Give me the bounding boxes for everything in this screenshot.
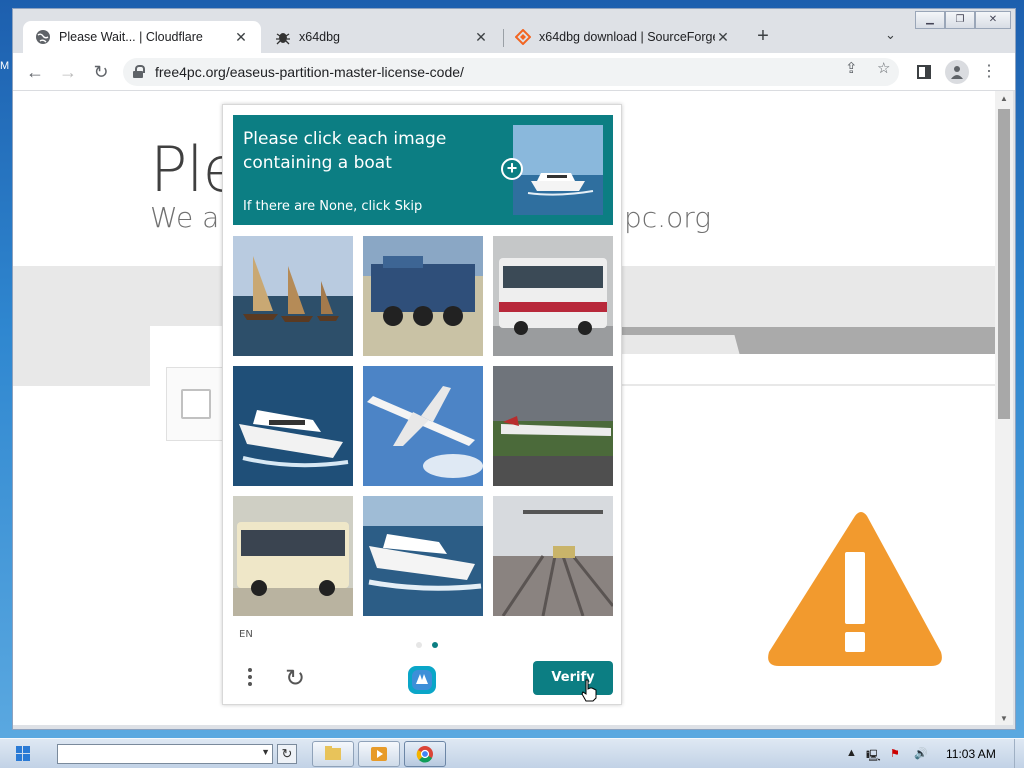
captcha-image-bus[interactable] — [493, 236, 613, 356]
page-indicator — [413, 635, 441, 653]
taskbar-address-input[interactable]: ▼ — [57, 744, 273, 764]
captcha-image-locomotive[interactable] — [363, 236, 483, 356]
desktop-icon-label: M — [0, 60, 10, 72]
media-player-icon — [371, 747, 387, 761]
captcha-refresh-icon[interactable]: ↻ — [281, 665, 309, 693]
more-menu-icon[interactable]: ⋮ — [977, 60, 1001, 84]
taskbar-go-icon[interactable]: ↻ — [277, 744, 297, 764]
taskbar-media-player-button[interactable] — [358, 741, 400, 767]
captcha-image-yacht[interactable] — [233, 366, 353, 486]
share-icon[interactable]: ⇪ — [845, 59, 858, 77]
captcha-image-yacht[interactable] — [363, 496, 483, 616]
scroll-thumb[interactable] — [998, 109, 1010, 419]
reload-icon[interactable]: ↻ — [89, 60, 113, 84]
tab-title: x64dbg download | SourceForge.net — [539, 30, 715, 44]
page-dot-active — [432, 642, 439, 648]
address-url[interactable]: free4pc.org/easeus-partition-master-lice… — [155, 64, 464, 80]
captcha-menu-button[interactable] — [240, 665, 260, 693]
side-panel-icon[interactable] — [912, 60, 936, 84]
network-icon[interactable]: 🖳 — [866, 747, 881, 766]
page-subtitle-domain: pc.org — [624, 201, 712, 234]
captcha-hint: If there are None, click Skip — [243, 199, 423, 214]
progress-bar-gap — [621, 335, 731, 354]
page-panel — [621, 354, 995, 384]
taskbar-chrome-button[interactable] — [404, 741, 446, 767]
page-scrollbar[interactable]: ▲ ▼ — [995, 91, 1013, 725]
example-yacht-image[interactable] — [513, 125, 603, 215]
new-tab-button[interactable]: + — [751, 25, 775, 49]
sourceforge-icon — [515, 29, 531, 45]
tab-strip: Please Wait... | Cloudflare ✕ x64dbg ✕ x… — [13, 9, 1015, 53]
tab-x64dbg[interactable]: x64dbg ✕ — [263, 21, 501, 53]
action-center-icon[interactable]: ⚑ — [890, 747, 900, 760]
captcha-image-sailboats[interactable] — [233, 236, 353, 356]
folder-icon — [325, 746, 341, 760]
page-dot — [416, 642, 422, 648]
globe-icon — [35, 29, 51, 45]
taskbar: ▼ ↻ ▲ 🖳 ⚑ 🔊 11:03 AM — [0, 738, 1024, 768]
chrome-icon — [416, 746, 433, 763]
close-window-button[interactable]: ✕ — [975, 11, 1011, 29]
profile-avatar-icon[interactable] — [945, 60, 969, 84]
close-icon[interactable]: ✕ — [473, 29, 489, 46]
minimize-button[interactable]: ▁ — [915, 11, 945, 29]
language-selector[interactable]: EN — [239, 629, 253, 640]
captcha-image-train-tracks[interactable] — [493, 496, 613, 616]
taskbar-explorer-button[interactable] — [312, 741, 354, 767]
close-icon[interactable]: ✕ — [715, 29, 731, 46]
scroll-down-arrow-icon[interactable]: ▼ — [999, 714, 1009, 723]
hand-cursor-icon — [581, 679, 597, 702]
captcha-image-airplane[interactable] — [363, 366, 483, 486]
address-bar[interactable]: free4pc.org/easeus-partition-master-lice… — [123, 58, 899, 86]
warning-icon — [768, 512, 942, 666]
verify-human-checkbox[interactable] — [181, 389, 211, 419]
captcha-prompt: Please click each image containing a boa… — [233, 115, 613, 225]
maximize-button[interactable]: ❐ — [945, 11, 975, 29]
captcha-image-bus[interactable] — [233, 496, 353, 616]
dropdown-arrow-icon[interactable]: ▼ — [261, 747, 270, 757]
verify-button[interactable]: Verify — [533, 661, 613, 695]
show-desktop-button[interactable] — [1014, 739, 1024, 768]
page-subtitle: We ar — [150, 201, 231, 234]
forward-arrow-icon[interactable]: → — [56, 60, 80, 84]
plus-icon[interactable]: + — [501, 158, 523, 180]
tab-search-chevron-icon[interactable]: ⌄ — [885, 27, 896, 43]
close-icon[interactable]: ✕ — [233, 29, 249, 46]
browser-toolbar: ← → ↻ free4pc.org/easeus-partition-maste… — [13, 53, 1015, 91]
taskbar-clock[interactable]: 11:03 AM — [946, 747, 996, 761]
bug-icon — [275, 29, 291, 45]
captcha-prompt-text: Please click each image containing a boa… — [243, 129, 447, 173]
windows-start-icon[interactable] — [6, 743, 40, 765]
captcha-challenge: Please click each image containing a boa… — [222, 104, 622, 705]
scroll-up-arrow-icon[interactable]: ▲ — [999, 94, 1009, 103]
volume-icon[interactable]: 🔊 — [914, 747, 928, 760]
captcha-image-plane-runway[interactable] — [493, 366, 613, 486]
tray-expand-icon[interactable]: ▲ — [846, 747, 857, 759]
lock-icon[interactable] — [133, 65, 145, 79]
captcha-image-grid — [233, 236, 613, 616]
tab-title: Please Wait... | Cloudflare — [59, 30, 203, 44]
tab-sourceforge[interactable]: x64dbg download | SourceForge.net ✕ — [503, 21, 743, 53]
tab-title: x64dbg — [299, 30, 341, 44]
hcaptcha-logo-icon — [408, 666, 436, 694]
tab-cloudflare[interactable]: Please Wait... | Cloudflare ✕ — [23, 21, 261, 53]
back-arrow-icon[interactable]: ← — [23, 60, 47, 84]
bookmark-star-icon[interactable]: ☆ — [877, 59, 890, 77]
